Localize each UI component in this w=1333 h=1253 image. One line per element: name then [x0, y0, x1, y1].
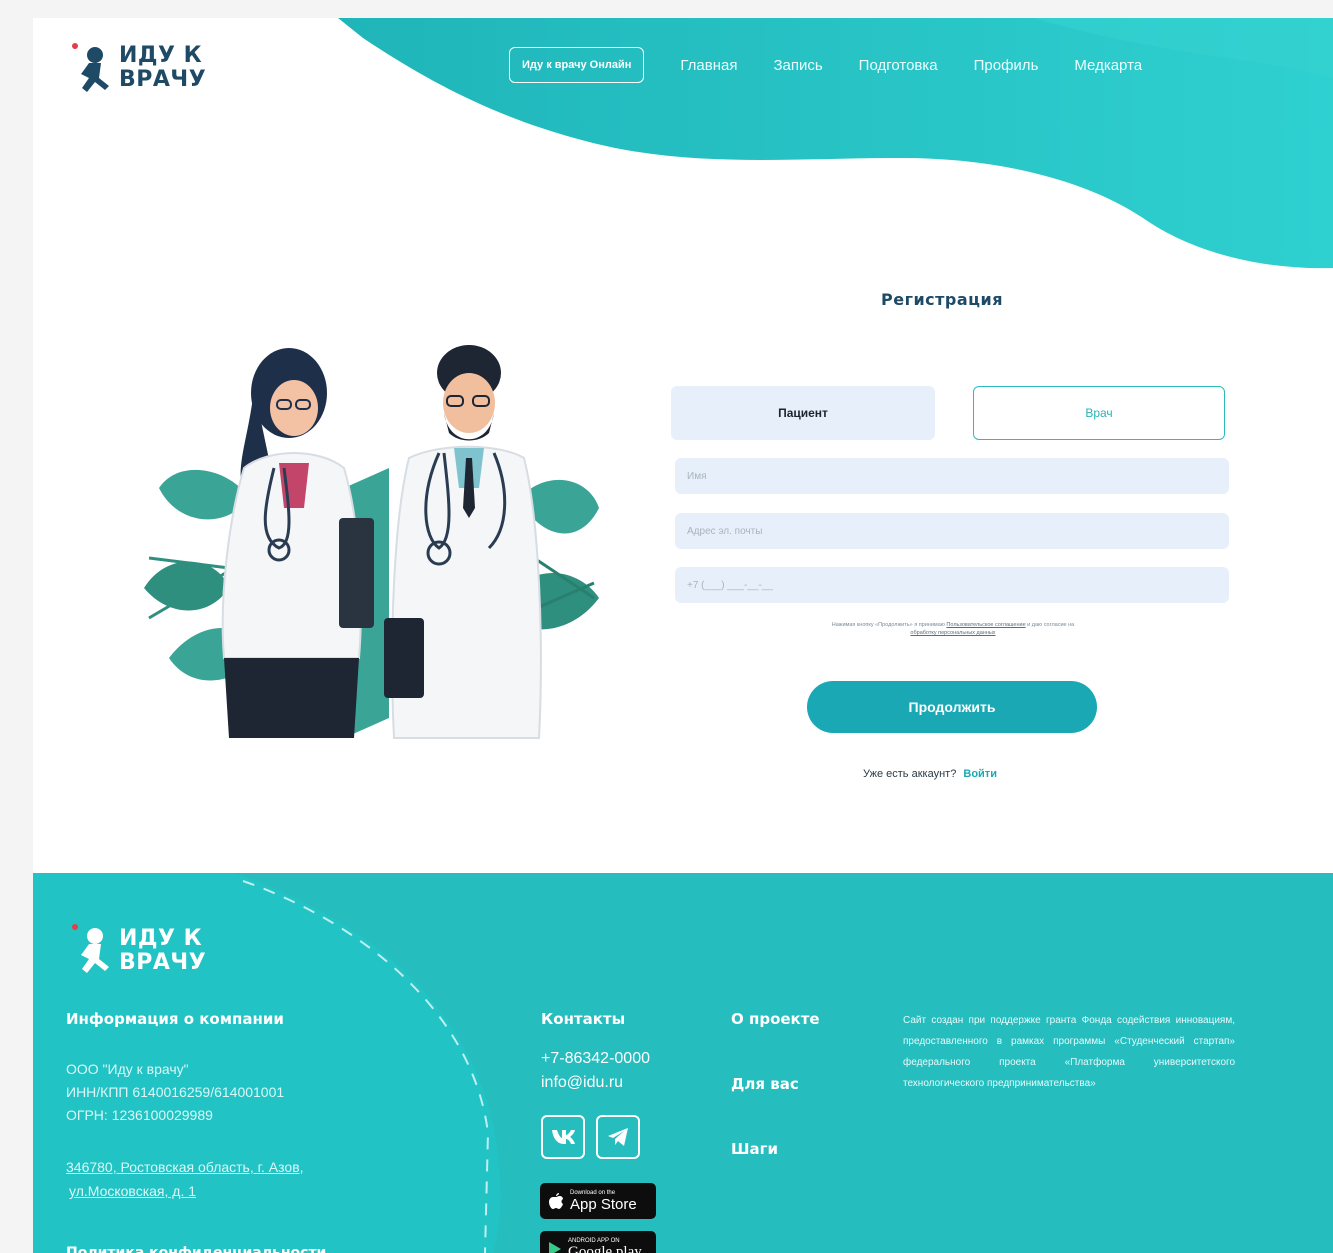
main-nav: Иду к врачу Онлайн Главная Запись Подгот… — [509, 47, 1142, 83]
telegram-icon[interactable] — [596, 1115, 640, 1159]
page: ИДУ К ВРАЧУ Иду к врачу Онлайн Главная З… — [33, 18, 1333, 1253]
company-name: ООО "Иду к врачу" — [66, 1061, 189, 1077]
email-link[interactable]: info@idu.ru — [541, 1071, 623, 1095]
logo[interactable]: ИДУ К ВРАЧУ — [69, 40, 206, 96]
nav-link-main[interactable]: Главная — [680, 57, 737, 74]
registration-title: Регистрация — [881, 290, 1003, 309]
name-field[interactable] — [675, 458, 1229, 494]
app-store-text: App Store — [570, 1196, 637, 1213]
apple-icon — [549, 1193, 563, 1209]
consent-text: Нажимая кнопку «Продолжить» я принимаю П… — [818, 621, 1088, 637]
google-play-text: Google play — [568, 1244, 642, 1253]
logo-text-line1: ИДУ К — [119, 43, 203, 68]
have-account-text: Уже есть аккаунт? — [863, 768, 957, 780]
footer-logo[interactable]: ИДУ К ВРАЧУ — [69, 923, 206, 979]
role-patient-tab[interactable]: Пациент — [671, 386, 935, 440]
contacts-heading: Контакты — [541, 1010, 626, 1028]
google-play-icon — [549, 1242, 561, 1253]
email-field[interactable] — [675, 513, 1229, 549]
app-store-badge[interactable]: Download on the App Store — [540, 1183, 656, 1219]
footer: ИДУ К ВРАЧУ Информация о компании ООО "И… — [33, 873, 1333, 1253]
company-inn: ИНН/КПП 6140016259/614001001 — [66, 1084, 285, 1100]
doctors-illustration — [144, 345, 599, 739]
phone-link[interactable]: +7-86342-0000 — [541, 1047, 650, 1071]
company-heading: Информация о компании — [66, 1010, 284, 1028]
vk-icon[interactable] — [541, 1115, 585, 1159]
personal-data-link[interactable]: обработку персональных данных — [910, 630, 995, 636]
privacy-policy-link[interactable]: Политика конфиденциальности — [66, 1245, 326, 1253]
footer-menu-for-you[interactable]: Для вас — [731, 1075, 799, 1093]
logo-text-line2: ВРАЧУ — [119, 67, 207, 92]
about-text: Сайт создан при поддержке гранта Фонда с… — [903, 1015, 1235, 1089]
phone-field[interactable] — [675, 567, 1229, 603]
google-play-badge[interactable]: ANDROID APP ON Google play — [540, 1231, 656, 1253]
footer-menu-steps[interactable]: Шаги — [731, 1140, 778, 1158]
login-link[interactable]: Войти — [963, 768, 997, 780]
footer-logo-text-line2: ВРАЧУ — [119, 950, 207, 975]
footer-logo-text-line1: ИДУ К — [119, 926, 203, 951]
nav-link-preparation[interactable]: Подготовка — [859, 57, 938, 74]
consent-text-part2: и даю согласие на — [1027, 622, 1075, 628]
logo-running-child-icon — [69, 40, 117, 96]
footer-logo-running-child-icon — [69, 923, 117, 979]
nav-link-profile[interactable]: Профиль — [974, 57, 1039, 74]
consent-text-part1: Нажимая кнопку «Продолжить» я принимаю — [831, 622, 945, 628]
footer-menu-about[interactable]: О проекте — [731, 1010, 820, 1028]
terms-link[interactable]: Пользовательское соглашение — [946, 622, 1025, 628]
login-row: Уже есть аккаунт? Войти — [863, 768, 997, 780]
nav-link-appointment[interactable]: Запись — [773, 57, 822, 74]
role-doctor-tab[interactable]: Врач — [973, 386, 1225, 440]
address-line1[interactable]: 346780, Ростовская область, г. Азов, — [66, 1158, 304, 1176]
continue-button[interactable]: Продолжить — [807, 681, 1097, 733]
company-ogrn: ОГРН: 1236100029989 — [66, 1107, 213, 1123]
online-button[interactable]: Иду к врачу Онлайн — [509, 47, 645, 83]
nav-link-medical-card[interactable]: Медкарта — [1074, 57, 1142, 74]
address-line2[interactable]: ул.Московская, д. 1 — [69, 1182, 196, 1200]
